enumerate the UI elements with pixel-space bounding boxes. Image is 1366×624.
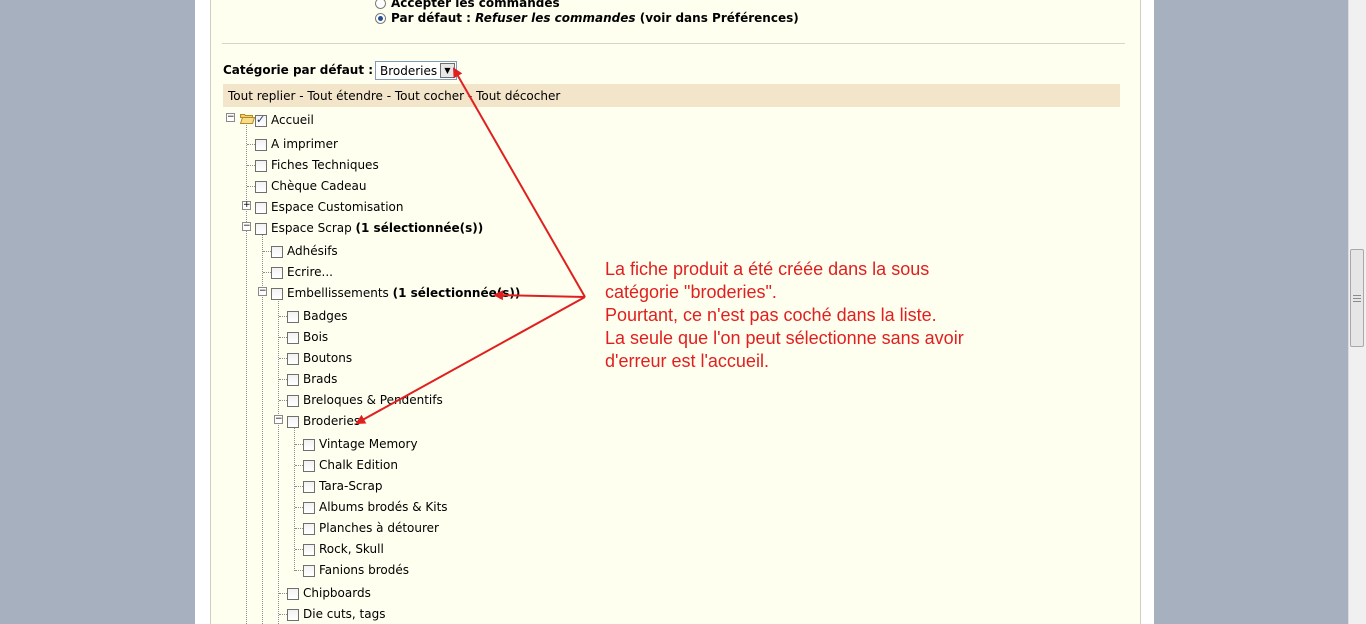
annotation-line: catégorie "broderies". [605, 282, 777, 302]
annotation-line: La seule que l'on peut sélectionne sans … [605, 328, 964, 348]
scrollbar-grip [1353, 301, 1361, 302]
arrow-to-select [453, 67, 586, 298]
annotation-line: La fiche produit a été créée dans la sou… [605, 259, 930, 279]
arrow-to-broderies [355, 296, 586, 424]
annotation-line: d'erreur est l'accueil. [605, 351, 769, 371]
scrollbar-grip [1353, 295, 1361, 296]
arrow-to-embellissements [493, 290, 586, 301]
annotation-note: La fiche produit a été créée dans la sou… [605, 258, 1045, 373]
scrollbar-grip [1353, 298, 1361, 299]
annotation-line: Pourtant, ce n'est pas coché dans la lis… [605, 305, 937, 325]
